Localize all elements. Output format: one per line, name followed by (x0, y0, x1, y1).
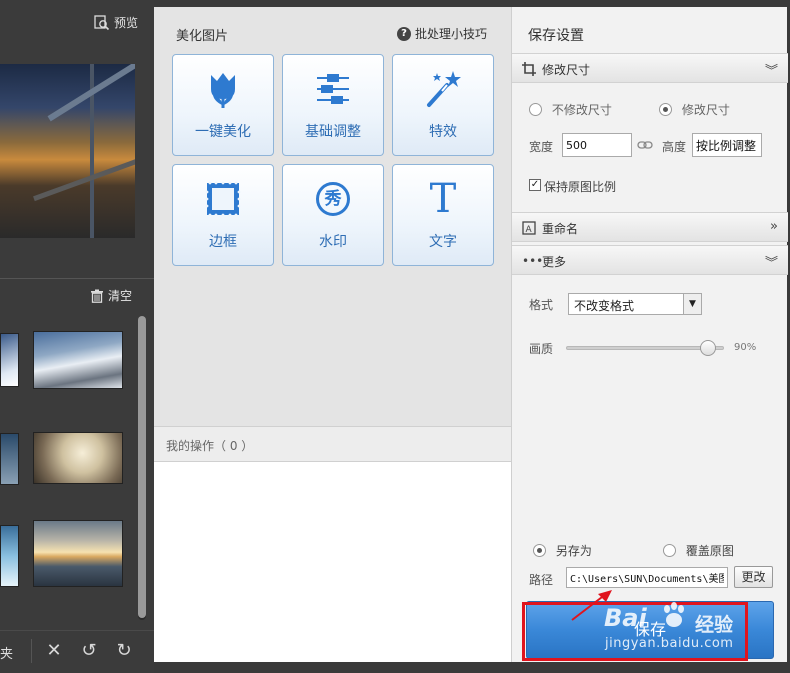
thumbnail[interactable] (33, 331, 123, 389)
resize-option[interactable]: 修改尺寸 (659, 101, 730, 118)
tile-label: 特效 (429, 124, 457, 140)
divider (0, 278, 154, 279)
beautify-panel: 美化图片 ? 批处理小技巧 一键美化 基础调整 特效 边框 秀 水印 T 文字 … (154, 7, 511, 662)
trash-icon (90, 289, 103, 303)
resize-label: 修改尺寸 (681, 103, 730, 117)
panel-title: 美化图片 (176, 29, 229, 44)
left-panel: 预览 清空 夹 ✕ ↺ ↻ (0, 0, 154, 673)
save-as-radio[interactable] (533, 544, 546, 557)
tile-frame[interactable]: 边框 (172, 164, 274, 266)
section-resize-label: 修改尺寸 (542, 63, 591, 77)
height-input[interactable] (692, 133, 762, 157)
format-label: 格式 (529, 298, 554, 312)
tile-one-click-beautify[interactable]: 一键美化 (172, 54, 274, 156)
save-settings-title: 保存设置 (528, 28, 584, 44)
no-resize-label: 不修改尺寸 (551, 103, 612, 117)
main-photo (0, 64, 135, 238)
width-label: 宽度 (529, 140, 554, 154)
bottom-toolbar: 夹 ✕ ↺ ↻ (0, 630, 154, 673)
thumbnail[interactable] (0, 525, 19, 587)
my-operations-header: 我的操作（ 0 ） (154, 426, 511, 462)
quality-label: 画质 (529, 342, 554, 356)
tile-basic-adjust[interactable]: 基础调整 (282, 54, 384, 156)
quality-value: 90% (734, 342, 757, 353)
tile-watermark[interactable]: 秀 水印 (282, 164, 384, 266)
tile-label: 边框 (209, 234, 237, 250)
overwrite-label: 覆盖原图 (685, 544, 734, 558)
delete-icon[interactable]: ✕ (43, 640, 65, 662)
format-value: 不改变格式 (574, 299, 635, 313)
overwrite-option[interactable]: 覆盖原图 (663, 542, 734, 559)
sliders-icon (317, 74, 349, 104)
section-more[interactable]: ••• 更多 ︾ (512, 245, 788, 275)
section-more-label: 更多 (542, 255, 567, 269)
batch-tips-link[interactable]: ? 批处理小技巧 (396, 25, 487, 42)
tile-effects[interactable]: 特效 (392, 54, 494, 156)
my-operations-label: 我的操作（ 0 ） (166, 439, 254, 453)
thumbnail[interactable] (0, 333, 19, 387)
clear-label: 清空 (107, 289, 132, 303)
more-dots-icon: ••• (522, 254, 544, 268)
width-input[interactable] (562, 133, 632, 157)
save-as-label: 另存为 (555, 544, 592, 558)
watermark-brand-suffix: 经验 (695, 614, 734, 636)
help-icon: ? (396, 26, 411, 41)
tulip-icon (211, 73, 235, 108)
preview-button[interactable]: 预览 (94, 14, 138, 31)
svg-text:A: A (526, 225, 533, 235)
preview-label: 预览 (113, 16, 138, 30)
frame-icon (205, 181, 241, 217)
text-icon: T (429, 176, 457, 222)
rotate-right-icon[interactable]: ↻ (113, 640, 135, 662)
clear-button[interactable]: 清空 (90, 287, 132, 304)
my-operations-list (154, 462, 511, 662)
thumbnail[interactable] (0, 433, 19, 485)
overwrite-radio[interactable] (663, 544, 676, 557)
tile-label: 一键美化 (195, 124, 251, 140)
batch-tips-label: 批处理小技巧 (414, 27, 487, 41)
crop-icon (522, 62, 536, 76)
change-path-button[interactable]: 更改 (734, 566, 773, 588)
chevron-down-icon: ︾ (764, 256, 778, 271)
no-resize-option[interactable]: 不修改尺寸 (529, 101, 612, 118)
format-select[interactable]: 不改变格式 ▼ (568, 293, 702, 315)
magic-wand-icon (427, 71, 461, 107)
chevron-down-icon: ︾ (764, 64, 778, 79)
thumbnail-scrollbar-thumb[interactable] (138, 316, 146, 618)
path-input[interactable] (566, 567, 728, 588)
no-resize-radio[interactable] (529, 103, 542, 116)
tile-text[interactable]: T 文字 (392, 164, 494, 266)
resize-radio[interactable] (659, 103, 672, 116)
height-label: 高度 (662, 140, 687, 154)
tile-label: 基础调整 (305, 124, 361, 140)
watermark-glyph: 秀 (324, 189, 342, 209)
rename-icon: A (522, 221, 536, 235)
keep-ratio-checkbox[interactable]: ✓ (529, 179, 541, 191)
watermark-icon: 秀 (316, 182, 350, 216)
section-rename[interactable]: A 重命名 » (512, 212, 788, 242)
tile-label: 文字 (429, 234, 457, 250)
section-resize[interactable]: 修改尺寸 ︾ (512, 53, 788, 83)
save-as-option[interactable]: 另存为 (533, 542, 592, 559)
tile-label: 水印 (319, 234, 347, 250)
link-icon (637, 141, 653, 149)
rotate-left-icon[interactable]: ↺ (78, 640, 100, 662)
quality-slider-thumb[interactable] (700, 340, 717, 356)
save-settings-panel: 保存设置 修改尺寸 ︾ 不修改尺寸 修改尺寸 宽度 高度 ✓ 保持原图比例 A … (511, 7, 788, 662)
section-rename-label: 重命名 (542, 222, 579, 236)
preview-icon (94, 14, 110, 30)
chevron-right-icon: » (770, 219, 778, 234)
preview-bar: 预览 (0, 0, 154, 48)
path-label: 路径 (529, 573, 554, 587)
thumbnail[interactable] (33, 520, 123, 587)
dropdown-arrow-icon: ▼ (683, 294, 701, 314)
watermark-url: jingyan.baidu.com (605, 636, 734, 651)
folder-label[interactable]: 夹 (0, 643, 13, 662)
thumbnail[interactable] (33, 432, 123, 484)
keep-ratio-label: 保持原图比例 (544, 180, 617, 194)
